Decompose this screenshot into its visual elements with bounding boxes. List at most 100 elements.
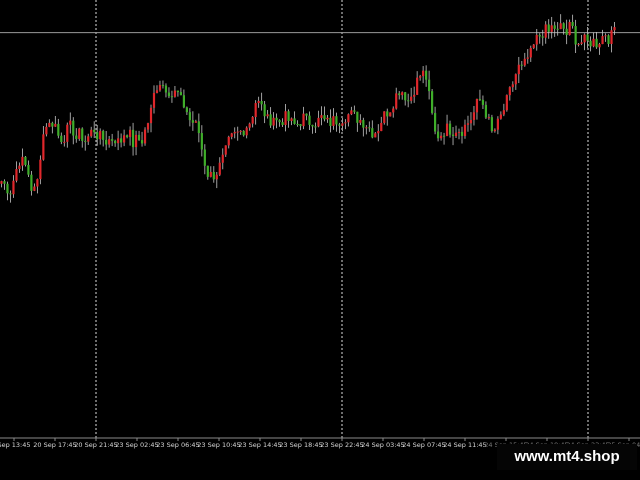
candle-body — [523, 58, 526, 66]
candle-body — [401, 92, 404, 96]
candle-body — [266, 114, 269, 117]
candle-body — [230, 133, 233, 137]
candle-body — [439, 135, 443, 139]
candle-body — [592, 38, 595, 47]
candle-body — [347, 114, 350, 123]
candle-body — [248, 123, 251, 128]
candle-body — [102, 130, 105, 140]
candle-body — [269, 114, 272, 126]
candle-body — [84, 140, 87, 142]
candle-body — [290, 118, 293, 121]
candle-body — [155, 90, 159, 93]
candle-body — [589, 40, 592, 47]
candle-body — [520, 64, 523, 66]
candle-body — [302, 113, 305, 127]
candle-body — [197, 121, 200, 134]
candle-body — [517, 64, 520, 75]
candle-body — [78, 128, 81, 139]
candle-body — [404, 92, 407, 101]
candle-body — [598, 44, 601, 48]
candle-body — [39, 159, 42, 180]
candle-body — [36, 179, 39, 187]
candle-body — [428, 79, 431, 92]
candle-body — [344, 122, 347, 124]
candle-body — [63, 141, 66, 143]
candle-body — [212, 171, 215, 180]
candle-body — [568, 22, 571, 36]
candle-body — [90, 129, 93, 137]
candle-body — [601, 36, 604, 45]
candle-body — [72, 120, 75, 136]
watermark-logo: www.mt4.shop — [497, 444, 637, 470]
candle-body — [221, 154, 224, 163]
candle-body — [442, 135, 446, 137]
candle-body — [284, 111, 287, 125]
candle-body — [314, 126, 317, 128]
candle-body — [108, 139, 111, 145]
candle-body — [236, 131, 239, 133]
candle-body — [574, 26, 577, 45]
candle-body — [21, 156, 24, 166]
candle-body — [416, 77, 419, 95]
candle-body — [514, 74, 517, 85]
candle-body — [323, 115, 326, 120]
candle-body — [173, 90, 177, 97]
candle-body — [140, 140, 144, 144]
candle-body — [433, 112, 437, 132]
x-tick-label: 20 Sep 17:45 — [33, 441, 76, 449]
candle-body — [445, 123, 449, 137]
candle-body — [48, 122, 51, 127]
candle-body — [218, 162, 221, 175]
candle-body — [293, 118, 296, 124]
candle-body — [299, 124, 302, 127]
candle-body — [478, 98, 482, 100]
candle-body — [200, 133, 203, 150]
candle-body — [565, 28, 568, 36]
x-tick-label: 23 Sep 22:45 — [320, 441, 363, 449]
candle-body — [203, 149, 206, 166]
candle-body — [215, 174, 218, 180]
candle-body — [122, 135, 126, 143]
candle-body — [260, 100, 263, 105]
candle-body — [206, 165, 209, 177]
candle-body — [326, 117, 329, 120]
candle-body — [66, 124, 69, 142]
candle-body — [158, 84, 162, 91]
candle-body — [457, 131, 461, 133]
x-tick-label: 23 Sep 18:45 — [279, 441, 322, 449]
candle-body — [469, 119, 473, 124]
candle-body — [508, 87, 511, 96]
x-tick-label: 20 Sep 21:45 — [74, 441, 117, 449]
candle-body — [607, 35, 610, 44]
candle-body — [233, 131, 236, 134]
candle-body — [365, 127, 368, 129]
candle-body — [541, 36, 544, 38]
candle-body — [329, 117, 332, 126]
candle-body — [308, 115, 311, 125]
candle-body — [580, 42, 583, 44]
candle-body — [463, 124, 467, 136]
candle-body — [338, 124, 341, 126]
candle-body — [27, 164, 30, 175]
candle-body — [134, 134, 138, 148]
candle-body — [161, 84, 165, 86]
candle-body — [254, 103, 257, 118]
candle-body — [499, 114, 502, 119]
candle-body — [559, 23, 562, 30]
x-tick-label: 23 Sep 02:45 — [115, 441, 158, 449]
candle-body — [532, 44, 535, 48]
candle-body — [538, 34, 541, 37]
candle-body — [419, 76, 422, 78]
candle-body — [454, 132, 458, 137]
candle-body — [353, 110, 356, 112]
candle-body — [296, 123, 299, 125]
candle-body — [496, 118, 499, 130]
candle-body — [448, 123, 452, 135]
candlestick-chart: Sep 13:45 20 Sep 17:4520 Sep 21:4523 Sep … — [0, 0, 640, 480]
candle-body — [410, 96, 413, 101]
candle-body — [430, 91, 434, 113]
candle-body — [54, 123, 57, 127]
candle-body — [583, 34, 586, 43]
candle-body — [24, 156, 27, 165]
candle-body — [413, 94, 416, 97]
